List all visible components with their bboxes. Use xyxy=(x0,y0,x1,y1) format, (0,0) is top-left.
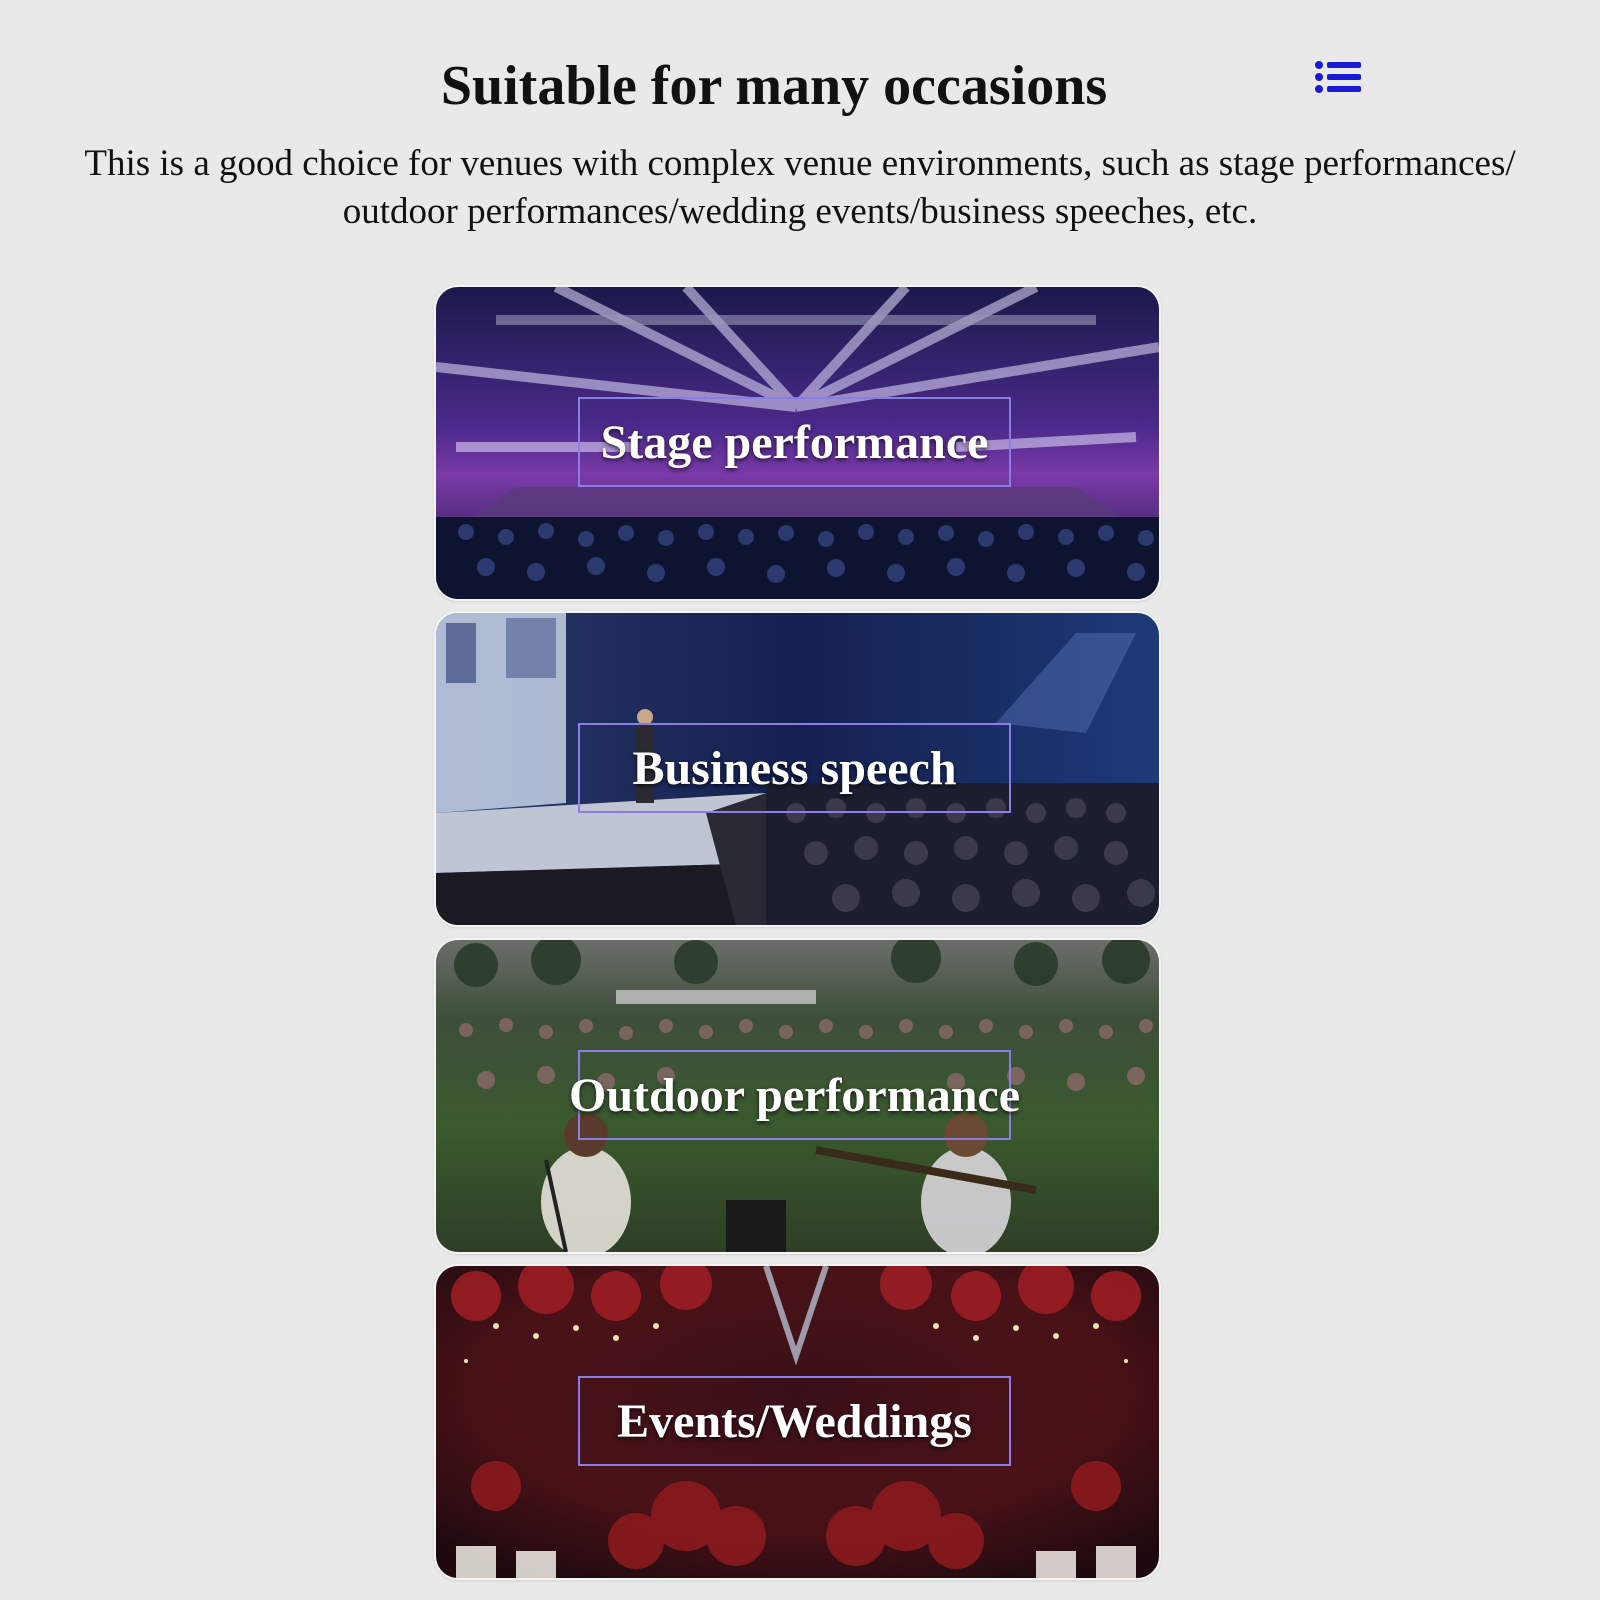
occasion-label: Stage performance xyxy=(578,397,1011,487)
page-description: This is a good choice for venues with co… xyxy=(84,143,1516,232)
occasion-card-business-speech[interactable]: Business speech xyxy=(436,613,1159,925)
occasion-label: Events/Weddings xyxy=(578,1376,1011,1466)
occasion-card-outdoor-performance[interactable]: Outdoor performance xyxy=(436,940,1159,1252)
occasion-card-events-weddings[interactable]: Events/Weddings xyxy=(436,1266,1159,1578)
occasion-label: Outdoor performance xyxy=(569,1050,1020,1140)
occasion-label: Business speech xyxy=(578,723,1011,813)
list-icon[interactable] xyxy=(1314,60,1362,94)
occasion-card-stage-performance[interactable]: Stage performance xyxy=(436,287,1159,599)
